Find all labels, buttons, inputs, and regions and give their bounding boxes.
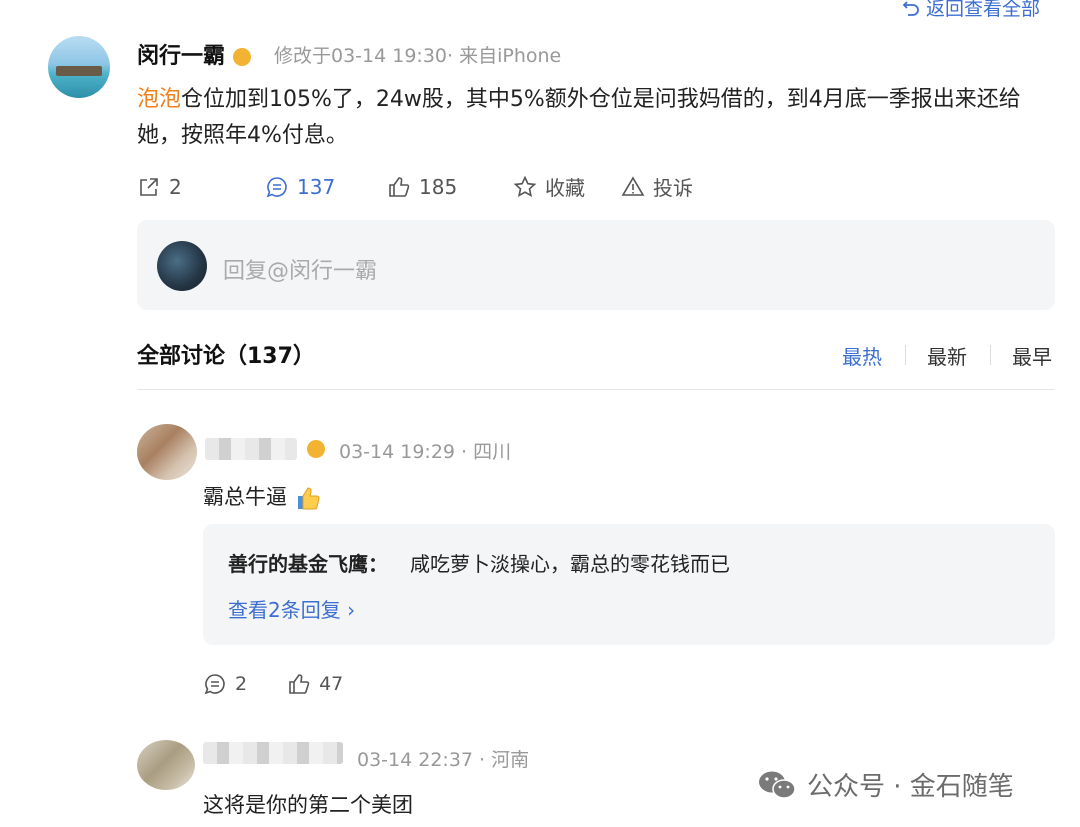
reply-author[interactable]: 善行的基金飞鹰： [228, 548, 388, 577]
thumbs-up-emoji-icon [297, 487, 320, 510]
thumbs-up-icon [289, 674, 310, 694]
mention-link[interactable]: 泡泡 [137, 87, 181, 112]
star-icon [513, 175, 537, 197]
comment-body: 霸总牛逼 [203, 485, 287, 509]
comment-actions: 2 47 [203, 672, 343, 696]
favorite-button[interactable]: 收藏 [513, 172, 621, 201]
comment-like-button[interactable]: 47 [287, 672, 343, 696]
comment-reply-button[interactable]: 2 [203, 672, 247, 696]
divider [137, 389, 1055, 390]
comment-icon [204, 674, 225, 695]
back-to-all-link[interactable]: 返回查看全部 [902, 0, 1040, 21]
post-text: 仓位加到105%了，24w股，其中5%额外仓位是问我妈借的，到4月底一季报出来还… [137, 87, 1021, 148]
reply-text: 咸吃萝卜淡操心，霸总的零花钱而已 [410, 552, 730, 576]
current-user-avatar [157, 241, 207, 291]
reply-preview-box [203, 524, 1055, 645]
watermark-text: 公众号 · 金石随笔 [807, 772, 1014, 802]
like-button[interactable]: 185 [387, 175, 513, 199]
reply-author-separator: ： [368, 552, 388, 576]
reply-author-name: 善行的基金飞鹰 [228, 552, 368, 576]
share-icon [140, 177, 158, 196]
sort-divider [990, 345, 991, 365]
commenter-avatar[interactable] [137, 424, 197, 480]
sort-divider [905, 345, 906, 365]
undo-arrow-icon [902, 0, 919, 16]
wechat-icon [759, 771, 796, 799]
comment-text: 这将是你的第二个美团 [203, 793, 413, 817]
like-count: 185 [419, 174, 458, 199]
discussion-title: 全部讨论（137） [137, 344, 315, 369]
wechat-watermark: 公众号 · 金石随笔 [757, 766, 1014, 803]
warning-icon [621, 175, 645, 196]
author-name: 闵行一霸 [137, 44, 226, 69]
repost-button[interactable]: 2 [137, 175, 265, 199]
post-meta: 修改于03-14 19:30· 来自iPhone [274, 45, 562, 67]
comment-text: 霸总牛逼 [203, 481, 322, 512]
back-to-all-label: 返回查看全部 [925, 0, 1040, 20]
comment-count: 137 [297, 174, 336, 199]
verified-badge-icon [307, 440, 325, 458]
commenter-name-blurred[interactable] [205, 438, 297, 460]
comment-meta: 03-14 19:29 · 四川 [339, 441, 512, 463]
view-replies-link[interactable]: 查看2条回复 › [228, 594, 355, 623]
commenter-name-blurred[interactable] [203, 742, 343, 764]
comment-button[interactable]: 137 [265, 175, 387, 199]
commenter-avatar[interactable] [137, 740, 195, 790]
sort-old-tab[interactable]: 最早 [1012, 341, 1052, 370]
report-button[interactable]: 投诉 [621, 172, 693, 201]
report-label: 投诉 [653, 176, 693, 200]
comment-like-count: 47 [319, 673, 344, 695]
verified-badge-icon [232, 48, 251, 66]
author-avatar[interactable] [48, 36, 110, 98]
comment-icon [266, 176, 287, 197]
post-body: 泡泡仓位加到105%了，24w股，其中5%额外仓位是问我妈借的，到4月底一季报出… [137, 82, 1057, 154]
thumbs-up-icon [389, 176, 410, 197]
reply-count: 2 [235, 673, 248, 695]
comment-meta: 03-14 22:37 · 河南 [357, 749, 530, 771]
post-author[interactable]: 闵行一霸 [137, 38, 251, 70]
repost-count: 2 [169, 174, 182, 199]
sort-hot-tab[interactable]: 最热 [842, 341, 882, 370]
sort-new-tab[interactable]: 最新 [927, 341, 967, 370]
post-actions: 2 137 185 收藏 投诉 [137, 172, 693, 201]
favorite-label: 收藏 [545, 176, 585, 200]
reply-input[interactable]: 回复@闵行一霸 [223, 253, 377, 285]
